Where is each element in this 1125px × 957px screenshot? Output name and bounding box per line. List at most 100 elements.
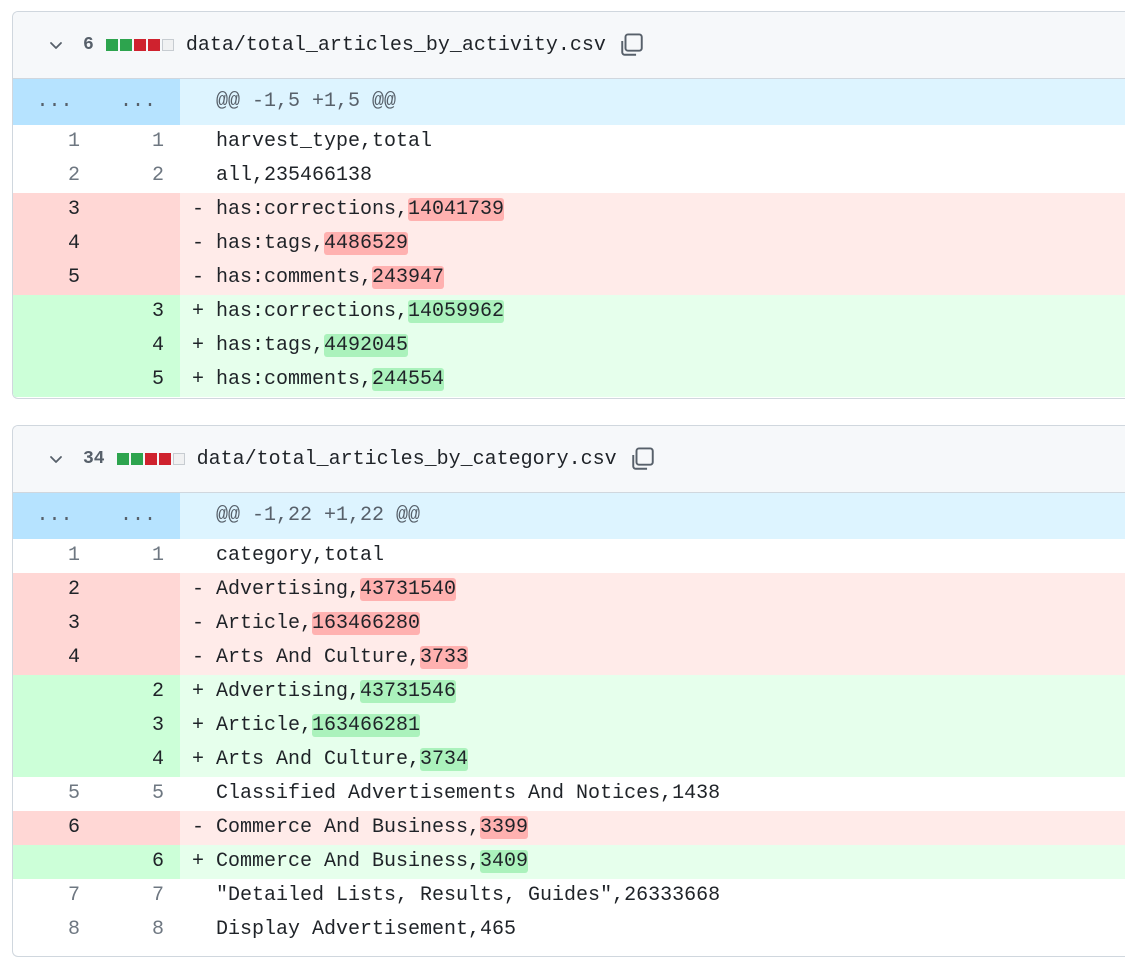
line-text: harvest_type,total — [216, 130, 433, 153]
line-text: Arts And Culture, — [216, 646, 421, 669]
line-code: has:tags,4486529 — [216, 227, 1125, 261]
old-line-number[interactable] — [13, 743, 96, 777]
chevron-down-icon[interactable] — [45, 34, 67, 56]
old-line-number[interactable]: 7 — [13, 879, 96, 913]
context-line: 7 7 "Detailed Lists, Results, Guides",2633… — [13, 879, 1125, 913]
new-line-number[interactable] — [96, 227, 180, 261]
changed-word-highlight: 3734 — [420, 748, 469, 771]
new-line-number[interactable] — [96, 193, 180, 227]
file-header: 6 data/total_articles_by_activity.csv — [13, 12, 1125, 79]
diff-marker — [180, 159, 216, 193]
expand-up-dots[interactable]: ... — [13, 79, 96, 125]
old-line-number[interactable]: 2 — [13, 573, 96, 607]
copy-icon[interactable] — [629, 445, 657, 473]
deleted-line: 3 - has:corrections,14041739 — [13, 193, 1125, 227]
old-line-number[interactable]: 8 — [13, 913, 96, 947]
old-line-number[interactable]: 1 — [13, 125, 96, 159]
expand-down-dots[interactable]: ... — [96, 493, 180, 539]
new-line-number[interactable]: 4 — [96, 743, 180, 777]
diffstat-block-del — [158, 453, 171, 465]
line-code: Article,163466280 — [216, 607, 1125, 641]
old-line-number[interactable]: 3 — [13, 193, 96, 227]
changed-word-highlight: 3399 — [480, 816, 529, 839]
line-code: Classified Advertisements And Notices,14… — [216, 777, 1125, 811]
line-code: all,235466138 — [216, 159, 1125, 193]
diff-marker: + — [191, 680, 204, 703]
old-line-number[interactable] — [13, 295, 96, 329]
file-header: 34 data/total_articles_by_category.csv — [13, 426, 1125, 493]
added-line: 6 + Commerce And Business,3409 — [13, 845, 1125, 879]
context-line: 1 1 category,total — [13, 539, 1125, 573]
hunk-header-row[interactable]: ...... @@ -1,5 +1,5 @@ — [13, 79, 1125, 125]
old-line-number[interactable]: 5 — [13, 261, 96, 295]
new-line-number[interactable]: 7 — [96, 879, 180, 913]
old-line-number[interactable] — [13, 845, 96, 879]
file-name-link[interactable]: data/total_articles_by_category.csv — [197, 448, 617, 471]
new-line-number[interactable]: 2 — [96, 675, 180, 709]
old-line-number[interactable] — [13, 675, 96, 709]
line-text: Advertising, — [216, 680, 361, 703]
new-line-number[interactable]: 6 — [96, 845, 180, 879]
line-code: Article,163466281 — [216, 709, 1125, 743]
diff-marker — [180, 777, 216, 811]
old-line-number[interactable]: 2 — [13, 159, 96, 193]
new-line-number[interactable]: 3 — [96, 295, 180, 329]
diffstat-blocks — [116, 453, 185, 465]
added-line: 5 + has:comments,244554 — [13, 363, 1125, 397]
changed-word-highlight: 244554 — [372, 368, 445, 391]
diff-marker: - — [191, 198, 204, 221]
old-line-number[interactable]: 6 — [13, 811, 96, 845]
old-line-number[interactable] — [13, 709, 96, 743]
diffstat-block-del — [133, 39, 146, 51]
new-line-number[interactable]: 2 — [96, 159, 180, 193]
context-line: 8 8 Display Advertisement,465 — [13, 913, 1125, 947]
added-line: 4 + Arts And Culture,3734 — [13, 743, 1125, 777]
old-line-number[interactable]: 5 — [13, 777, 96, 811]
diff-change-count: 6 — [83, 35, 94, 55]
new-line-number[interactable]: 1 — [96, 539, 180, 573]
new-line-number[interactable]: 4 — [96, 329, 180, 363]
new-line-number[interactable] — [96, 261, 180, 295]
line-code: Commerce And Business,3399 — [216, 811, 1125, 845]
old-line-number[interactable]: 4 — [13, 227, 96, 261]
added-line: 2 + Advertising,43731546 — [13, 675, 1125, 709]
new-line-number[interactable]: 5 — [96, 777, 180, 811]
line-text: has:tags, — [216, 232, 325, 255]
new-line-number[interactable] — [96, 607, 180, 641]
file-name-link[interactable]: data/total_articles_by_activity.csv — [186, 34, 606, 57]
changed-word-highlight: 163466280 — [312, 612, 421, 635]
line-code: category,total — [216, 539, 1125, 573]
copy-icon[interactable] — [618, 31, 646, 59]
diffstat-block-add — [130, 453, 143, 465]
new-line-number[interactable] — [96, 573, 180, 607]
new-line-number[interactable]: 1 — [96, 125, 180, 159]
diff-marker — [180, 125, 216, 159]
old-line-number[interactable]: 4 — [13, 641, 96, 675]
line-code: Arts And Culture,3734 — [216, 743, 1125, 777]
diff-table: ...... @@ -1,5 +1,5 @@ 1 1 harvest_type,tota… — [13, 79, 1125, 397]
new-line-number[interactable] — [96, 811, 180, 845]
old-line-number[interactable]: 1 — [13, 539, 96, 573]
chevron-down-icon[interactable] — [45, 448, 67, 470]
old-line-number[interactable] — [13, 329, 96, 363]
line-code: Commerce And Business,3409 — [216, 845, 1125, 879]
new-line-number[interactable]: 5 — [96, 363, 180, 397]
expand-down-dots[interactable]: ... — [96, 79, 180, 125]
expand-up-dots[interactable]: ... — [13, 493, 96, 539]
old-line-number[interactable] — [13, 363, 96, 397]
new-line-number[interactable]: 3 — [96, 709, 180, 743]
hunk-header-text: @@ -1,5 +1,5 @@ — [216, 90, 397, 113]
diffstat-block-add — [116, 453, 129, 465]
context-line: 2 2 all,235466138 — [13, 159, 1125, 193]
diff-marker: - — [191, 578, 204, 601]
old-line-number[interactable]: 3 — [13, 607, 96, 641]
line-text: has:corrections, — [216, 198, 409, 221]
new-line-number[interactable]: 8 — [96, 913, 180, 947]
line-text: Advertising, — [216, 578, 361, 601]
diff-marker: - — [191, 232, 204, 255]
new-line-number[interactable] — [96, 641, 180, 675]
hunk-header-row[interactable]: ...... @@ -1,22 +1,22 @@ — [13, 493, 1125, 539]
diff-marker: + — [191, 850, 204, 873]
deleted-line: 6 - Commerce And Business,3399 — [13, 811, 1125, 845]
changed-word-highlight: 14041739 — [408, 198, 505, 221]
